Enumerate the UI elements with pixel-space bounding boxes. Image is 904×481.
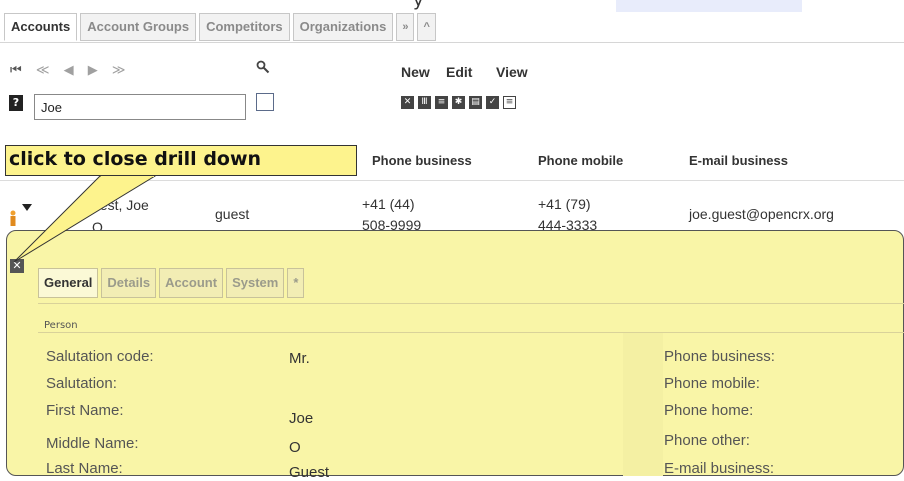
- column-phone-mobile[interactable]: Phone mobile: [538, 153, 623, 168]
- drilldown-tab-divider: [38, 303, 904, 304]
- drilldown-tab-details[interactable]: Details: [101, 268, 157, 298]
- field-label-phone-mobile: Phone mobile:: [664, 375, 760, 392]
- field-value-first-name: Joe: [289, 410, 314, 427]
- top-cut-text: y: [413, 0, 424, 11]
- field-label-email-business: E-mail business:: [664, 460, 775, 477]
- expand-icon[interactable]: ✱: [452, 96, 465, 109]
- drilldown-tab-account[interactable]: Account: [159, 268, 224, 298]
- check-icon[interactable]: ✓: [486, 96, 499, 109]
- field-label-middle-name: Middle Name:: [46, 435, 139, 452]
- close-drilldown-tooltip: click to close drill down: [5, 145, 357, 176]
- list-icon[interactable]: ≡: [503, 96, 516, 109]
- field-value-salutation-code: Mr.: [289, 350, 310, 367]
- menu-new[interactable]: New: [401, 64, 430, 80]
- field-label-salutation-code: Salutation code:: [46, 348, 154, 365]
- field-value-middle-name: O: [289, 439, 301, 456]
- field-label-phone-business: Phone business:: [664, 348, 775, 365]
- table-icon[interactable]: ≡: [435, 96, 448, 109]
- column-email-business[interactable]: E-mail business: [689, 153, 788, 168]
- column-shade: [623, 333, 663, 476]
- section-title: Person: [44, 320, 78, 331]
- field-label-last-name: Last Name:: [46, 460, 123, 477]
- field-label-salutation: Salutation:: [46, 375, 117, 392]
- field-label-phone-home: Phone home:: [664, 402, 754, 419]
- toolbar-icons: ✕ Ⅲ ≡ ✱ ▤ ✓ ≡: [401, 96, 516, 109]
- field-label-first-name: First Name:: [46, 402, 124, 419]
- section-divider: [38, 332, 904, 333]
- field-value-last-name: Guest: [289, 464, 330, 481]
- column-phone-business[interactable]: Phone business: [372, 153, 472, 168]
- field-label-phone-other: Phone other:: [664, 432, 750, 449]
- row-email[interactable]: joe.guest@opencrx.org: [689, 206, 834, 222]
- top-highlight: [616, 0, 802, 12]
- tooltip-text: click to close drill down: [9, 148, 262, 170]
- row-phone-business-1: +41 (44): [362, 196, 415, 212]
- drilldown-tab-system[interactable]: System: [226, 268, 285, 298]
- drilldown-tabs: General Details Account System *: [38, 268, 307, 298]
- close-all-icon[interactable]: ✕: [401, 96, 414, 109]
- menu-edit[interactable]: Edit: [446, 64, 472, 80]
- drilldown-tab-more[interactable]: *: [287, 268, 305, 298]
- tab-collapse[interactable]: ^: [417, 13, 436, 41]
- row-phone-mobile-1: +41 (79): [538, 196, 591, 212]
- menu-view[interactable]: View: [496, 64, 528, 80]
- callout-pointer: [13, 175, 157, 263]
- export-icon[interactable]: ▤: [469, 96, 482, 109]
- tab-more[interactable]: »: [396, 13, 415, 41]
- drilldown-tab-general[interactable]: General: [38, 268, 99, 298]
- columns-icon[interactable]: Ⅲ: [418, 96, 431, 109]
